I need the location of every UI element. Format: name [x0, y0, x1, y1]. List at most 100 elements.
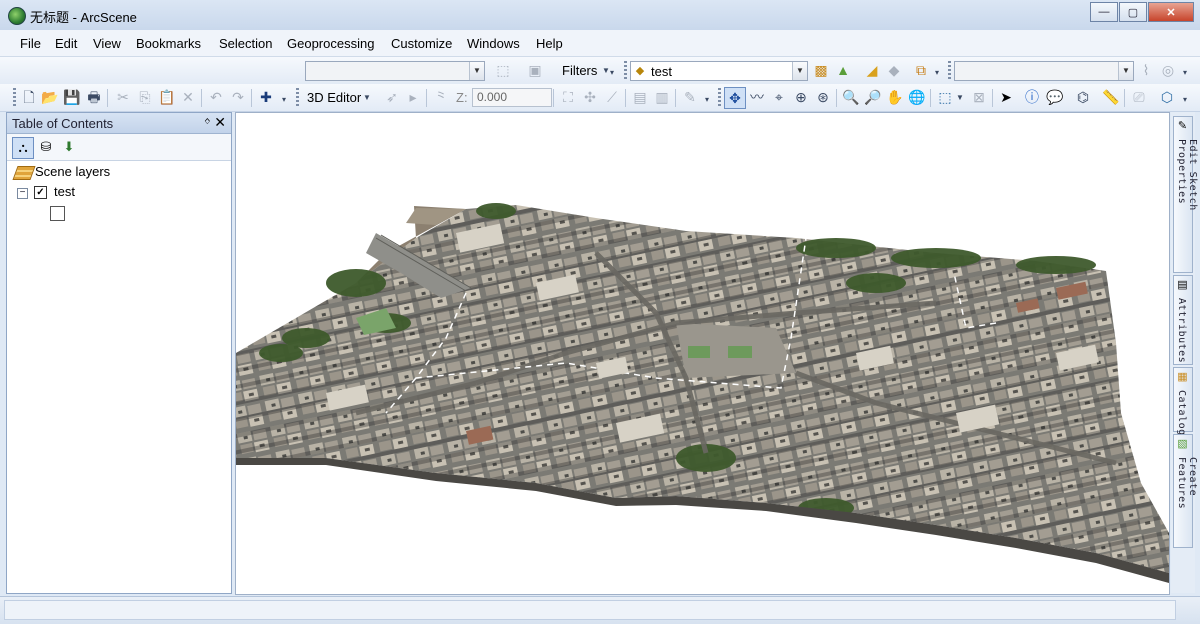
list-by-drawing-order-icon[interactable]: ⛬ — [12, 137, 34, 159]
menu-selection[interactable]: Selection — [219, 36, 272, 51]
toolbar-grip[interactable] — [13, 88, 16, 106]
toolbar-grip[interactable] — [296, 88, 299, 106]
scene-layers-label[interactable]: Scene layers — [35, 164, 110, 179]
reshape-icon[interactable]: ⛶ — [558, 87, 578, 107]
tab-attributes[interactable]: ▤ Attributes — [1173, 275, 1193, 365]
delete-icon[interactable]: ✕ — [178, 87, 198, 107]
select-by-rectangle-icon[interactable]: ⬚ — [493, 60, 513, 80]
shape-icon[interactable]: ◆ — [884, 60, 904, 80]
toc-close-icon[interactable]: ✕ — [214, 114, 226, 131]
target-layer-combo[interactable]: ◆ test ▼ — [630, 61, 808, 81]
fly-tool-icon[interactable]: 〰 — [747, 87, 767, 107]
create-features-icon[interactable]: ▲ — [833, 60, 853, 80]
sketch-props-icon[interactable]: ▥ — [652, 87, 672, 107]
close-button[interactable]: ✕ — [1148, 2, 1194, 22]
attributes-table-icon[interactable]: ▤ — [630, 87, 650, 107]
toolbar-grip[interactable] — [948, 61, 951, 79]
filters-button[interactable]: Filters — [562, 63, 597, 78]
tab-catalog[interactable]: ▦ Catalog — [1173, 367, 1193, 436]
swirl-icon[interactable]: ⌇ — [1136, 60, 1156, 80]
zoom-to-target-icon[interactable]: ⊕ — [791, 87, 811, 107]
tag-icon[interactable]: ◢ — [862, 60, 882, 80]
html-popup-icon[interactable]: 💬 — [1045, 87, 1065, 107]
find-binoculars-icon[interactable]: ⌬ — [1073, 87, 1093, 107]
full-extent-globe-icon[interactable]: 🌐 — [907, 87, 927, 107]
split-icon[interactable]: ✣ — [580, 87, 600, 107]
z-label: Z: — [456, 90, 468, 105]
menu-file[interactable]: File — [20, 36, 41, 51]
separator — [836, 89, 837, 107]
chevron-down-icon[interactable]: ▼ — [955, 88, 965, 108]
separator — [251, 89, 252, 107]
list-by-selection-icon[interactable]: ⬇ — [59, 137, 79, 157]
print-icon[interactable]: 🖶 — [84, 87, 104, 107]
list-by-source-icon[interactable]: ⛁ — [36, 137, 56, 157]
menu-view[interactable]: View — [93, 36, 121, 51]
menu-bookmarks[interactable]: Bookmarks — [136, 36, 201, 51]
chevron-down-icon: ▼ — [792, 62, 807, 80]
animation-icon[interactable]: ◎ — [1158, 60, 1178, 80]
open-folder-icon[interactable]: 📂 — [40, 87, 60, 107]
toolbar-overflow-icon[interactable]: ▾ — [1180, 63, 1190, 83]
select-elements-arrow-icon[interactable]: ➤ — [996, 87, 1016, 107]
tab-edit-sketch-properties[interactable]: ✎ Edit Sketch Properties — [1173, 116, 1198, 273]
menu-geoprocessing[interactable]: Geoprocessing — [287, 36, 374, 51]
scene-view[interactable] — [235, 112, 1170, 595]
new-document-icon[interactable]: 🗋 — [19, 87, 39, 107]
cut-polygon-icon[interactable]: ⟋ — [602, 87, 622, 107]
menu-windows[interactable]: Windows — [467, 36, 520, 51]
menu-edit[interactable]: Edit — [55, 36, 77, 51]
identify-info-icon[interactable]: ⓘ — [1022, 87, 1042, 107]
sketch-icon[interactable]: ⺀ — [431, 87, 451, 107]
tab-label: Edit Sketch Properties — [1176, 139, 1198, 211]
menu-help[interactable]: Help — [536, 36, 563, 51]
navigate-tool-icon[interactable]: ✥ — [724, 87, 746, 109]
cut-icon[interactable]: ✂ — [113, 87, 133, 107]
paste-icon[interactable]: 📋 — [157, 87, 177, 107]
toolbar-overflow-icon[interactable]: ▾ — [932, 63, 942, 83]
toolbar-grip[interactable] — [718, 88, 721, 106]
tab-create-features[interactable]: ▧ Create Features — [1173, 434, 1198, 548]
layer-symbol-swatch[interactable] — [50, 206, 65, 221]
3d-editor-menu[interactable]: 3D Editor — [307, 90, 361, 105]
zoom-out-icon[interactable]: 🔎 — [863, 87, 883, 107]
collapse-toggle[interactable]: − — [17, 188, 28, 199]
toolbar-overflow-icon[interactable]: ▾ — [607, 63, 617, 83]
edit-toolbar-icon[interactable]: ✎ — [680, 87, 700, 107]
empty-combo-right[interactable]: ▼ — [954, 61, 1134, 81]
right-dock: ✎ Edit Sketch Properties ▤ Attributes ▦ … — [1171, 112, 1198, 593]
menu-customize[interactable]: Customize — [391, 36, 452, 51]
edit-arrow-icon[interactable]: ▸ — [403, 87, 423, 107]
pan-hand-icon[interactable]: ✋ — [885, 87, 905, 107]
minimize-button[interactable]: — — [1090, 2, 1118, 22]
redo-icon[interactable]: ↷ — [228, 87, 248, 107]
separator — [426, 89, 427, 107]
3d-cube-icon[interactable]: ⬡ — [1157, 87, 1177, 107]
undo-icon[interactable]: ↶ — [206, 87, 226, 107]
clear-selection-icon[interactable]: ⊠ — [969, 87, 989, 107]
toolbar-overflow-icon[interactable]: ▾ — [279, 90, 289, 110]
layer-visibility-checkbox[interactable]: ✓ — [34, 186, 47, 199]
toolbar-overflow-icon[interactable]: ▾ — [702, 90, 712, 110]
copy-icon[interactable]: ⎘ — [135, 87, 155, 107]
layer-swap-icon[interactable]: ⧉ — [911, 60, 931, 80]
toolbar-grip[interactable] — [624, 61, 627, 79]
pin-icon[interactable]: ᛜ — [204, 115, 211, 129]
zoom-in-icon[interactable]: 🔍 — [841, 87, 861, 107]
measure-icon[interactable]: 📏 — [1101, 87, 1121, 107]
animation-window-icon[interactable]: ⎚ — [1129, 87, 1149, 107]
z-value-field[interactable]: 0.000 — [472, 88, 552, 107]
target-center-icon[interactable]: ⌖ — [769, 87, 789, 107]
edit-tool-icon[interactable]: ➶ — [382, 87, 402, 107]
set-observer-icon[interactable]: ⊛ — [813, 87, 833, 107]
add-data-icon[interactable]: ✚ — [256, 87, 276, 107]
edit-vertices-icon[interactable]: ▩ — [811, 60, 831, 80]
select-features-icon[interactable]: ⬚ — [935, 87, 955, 107]
maximize-button[interactable]: ▢ — [1119, 2, 1147, 22]
toolbar-overflow-icon[interactable]: ▾ — [1180, 90, 1190, 110]
selection-options-icon[interactable]: ▣ — [525, 60, 545, 80]
save-icon[interactable]: 💾 — [62, 87, 82, 107]
layer-name-test[interactable]: test — [54, 184, 75, 199]
empty-layer-combo[interactable]: ▼ — [305, 61, 485, 81]
chevron-down-icon[interactable]: ▼ — [362, 88, 372, 108]
